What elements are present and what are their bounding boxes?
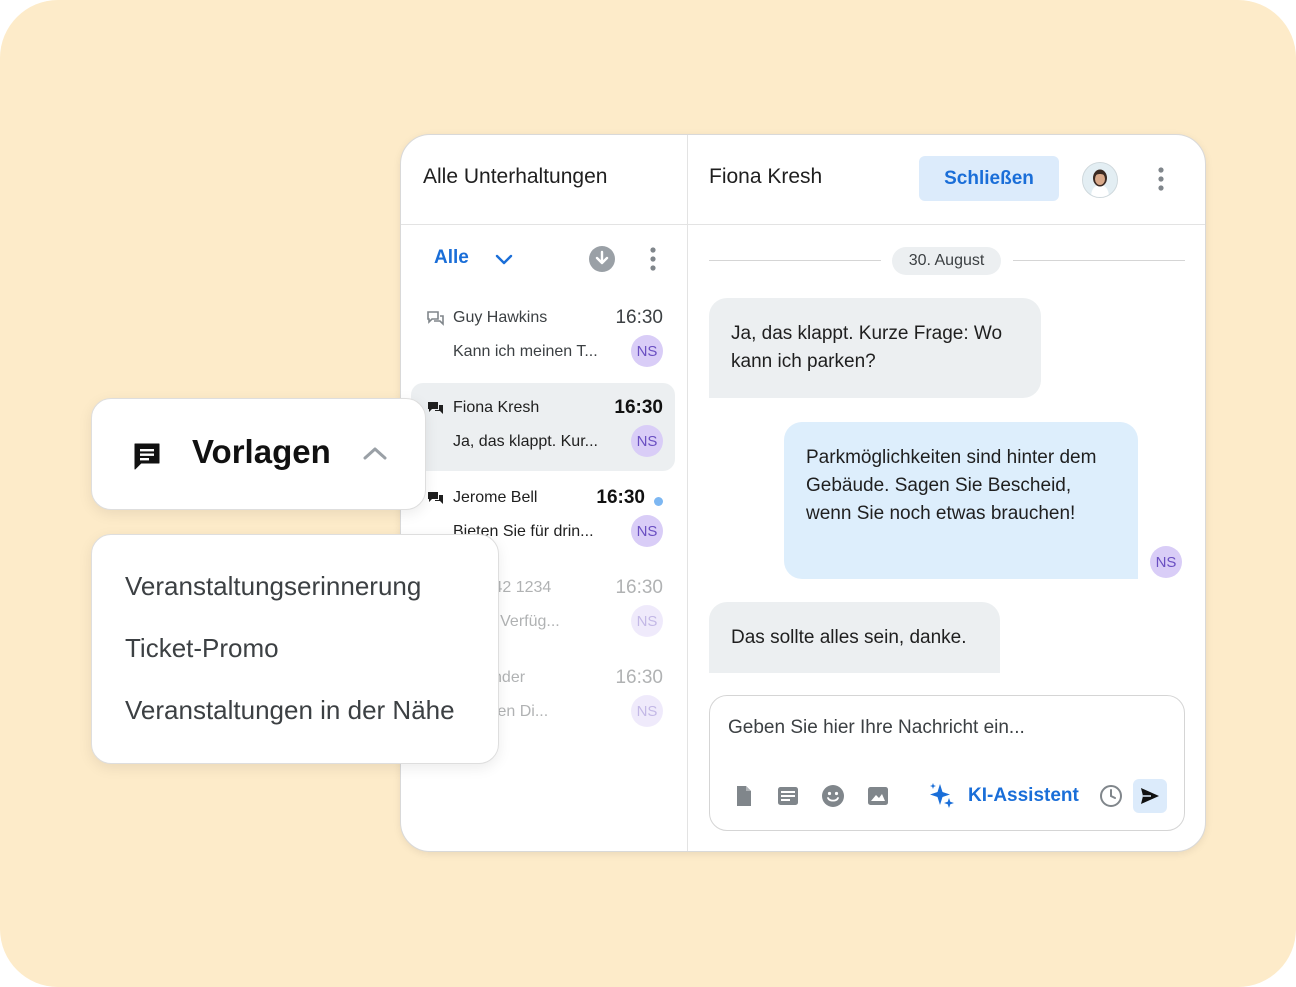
pane-divider <box>687 135 688 851</box>
templates-title: Vorlagen <box>192 433 331 470</box>
date-separator-line <box>709 260 881 261</box>
conversation-preview: Ja, das klappt. Kur... <box>453 433 598 450</box>
conversation-time: 16:30 <box>615 307 663 328</box>
send-button[interactable] <box>1133 779 1167 813</box>
sparkle-icon[interactable] <box>928 782 956 810</box>
incoming-message: Ja, das klappt. Kurze Frage: Wo kann ich… <box>709 298 1041 398</box>
conversation-name: Guy Hawkins <box>453 309 548 326</box>
template-item[interactable]: Veranstaltungserinnerung <box>125 571 421 602</box>
conversation-list-title: Alle Unterhaltungen <box>423 165 608 188</box>
unread-dot <box>654 497 663 506</box>
canvas-background: Alle Unterhaltungen Alle Guy Hawkins 16:… <box>0 0 1296 987</box>
ai-assistant-button[interactable]: KI-Assistent <box>968 785 1079 807</box>
conversation-item-active[interactable]: Fiona Kresh 16:30 Ja, das klappt. Kur...… <box>411 383 675 471</box>
agent-avatar-badge: NS <box>631 695 663 727</box>
chevron-down-icon[interactable] <box>494 249 514 269</box>
chat-bubbles-icon <box>427 311 444 326</box>
agent-avatar-badge: NS <box>1150 546 1182 578</box>
conversation-time: 16:30 <box>615 577 663 598</box>
date-separator-line <box>1013 260 1185 261</box>
conversation-time: 16:30 <box>614 397 663 418</box>
filter-dropdown[interactable]: Alle <box>434 247 469 269</box>
agent-avatar-badge: NS <box>631 425 663 457</box>
agent-avatar-badge: NS <box>631 605 663 637</box>
chat-more-icon[interactable] <box>1151 165 1171 193</box>
outgoing-message: Parkmöglichkeiten sind hinter dem Gebäud… <box>784 422 1138 579</box>
emoji-icon[interactable] <box>821 784 845 808</box>
chat-bubbles-icon <box>428 402 443 414</box>
agent-avatar-badge: NS <box>631 515 663 547</box>
incoming-message: Das sollte alles sein, danke. <box>709 602 1000 673</box>
agent-avatar-badge: NS <box>631 335 663 367</box>
date-chip: 30. August <box>892 247 1001 275</box>
chat-contact-name: Fiona Kresh <box>709 165 823 188</box>
conversation-name: Fiona Kresh <box>453 399 540 416</box>
close-conversation-button[interactable]: Schließen <box>919 156 1059 201</box>
list-more-icon[interactable] <box>643 245 663 273</box>
message-composer: KI-Assistent <box>709 695 1185 831</box>
conversation-name: Jerome Bell <box>453 489 538 506</box>
templates-header[interactable]: Vorlagen <box>91 398 426 510</box>
person-avatar-icon <box>1083 163 1117 197</box>
clock-icon[interactable] <box>1099 784 1123 808</box>
conversation-preview: Kann ich meinen T... <box>453 343 598 360</box>
conversation-time: 16:30 <box>615 667 663 688</box>
download-icon[interactable] <box>588 245 616 273</box>
image-icon[interactable] <box>866 784 890 808</box>
message-input[interactable] <box>726 714 1170 742</box>
templates-menu: Veranstaltungserinnerung Ticket-Promo Ve… <box>91 534 499 764</box>
template-icon[interactable] <box>776 784 800 808</box>
file-icon[interactable] <box>732 784 756 808</box>
conversation-time: 16:30 <box>596 487 645 508</box>
user-avatar[interactable] <box>1082 162 1118 198</box>
send-icon <box>1141 788 1159 804</box>
conversation-item[interactable]: Guy Hawkins 16:30 Kann ich meinen T... N… <box>411 293 675 381</box>
messaging-window: Alle Unterhaltungen Alle Guy Hawkins 16:… <box>400 134 1206 852</box>
chat-template-icon <box>134 443 160 470</box>
chevron-up-icon[interactable] <box>362 443 388 463</box>
header-divider <box>401 224 1205 225</box>
template-item[interactable]: Ticket-Promo <box>125 633 279 664</box>
template-item[interactable]: Veranstaltungen in der Nähe <box>125 695 455 726</box>
chat-bubbles-icon <box>428 492 443 504</box>
